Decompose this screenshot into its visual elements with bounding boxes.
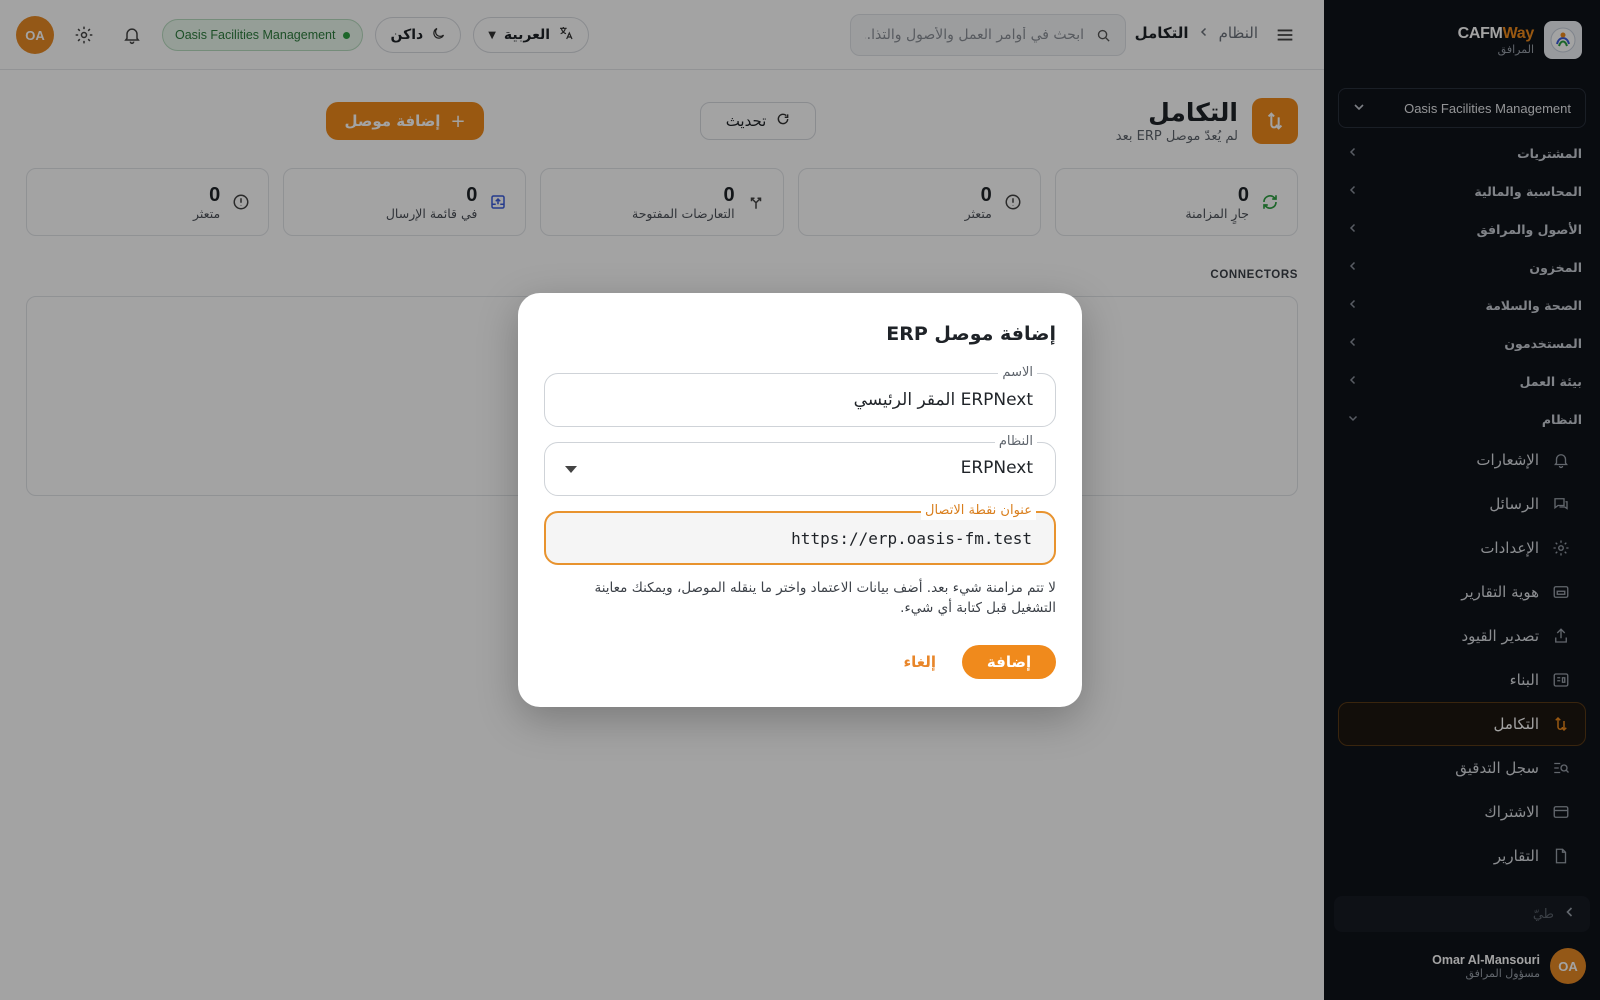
dialog-title: إضافة موصل ERP [886, 323, 1056, 345]
cancel-button[interactable]: إلغاء [903, 653, 936, 671]
caret-down-icon [565, 466, 577, 473]
system-select[interactable]: النظام ERPNext [544, 433, 1056, 496]
system-selected-value: ERPNext [960, 458, 1033, 478]
endpoint-input[interactable] [546, 513, 1054, 563]
add-erp-connector-dialog: إضافة موصل ERP الاسم النظام ERPNext عنوا… [518, 293, 1082, 707]
name-field: الاسم [544, 364, 1056, 427]
submit-button[interactable]: إضافة [962, 645, 1056, 679]
endpoint-field: عنوان نقطة الاتصال [544, 502, 1056, 565]
dialog-hint-text: لا تتم مزامنة شيء بعد. أضف بيانات الاعتم… [594, 580, 1056, 616]
name-input[interactable] [545, 374, 1055, 426]
dialog-actions: إضافة إلغاء [903, 645, 1056, 679]
system-field-label: النظام [994, 433, 1037, 451]
